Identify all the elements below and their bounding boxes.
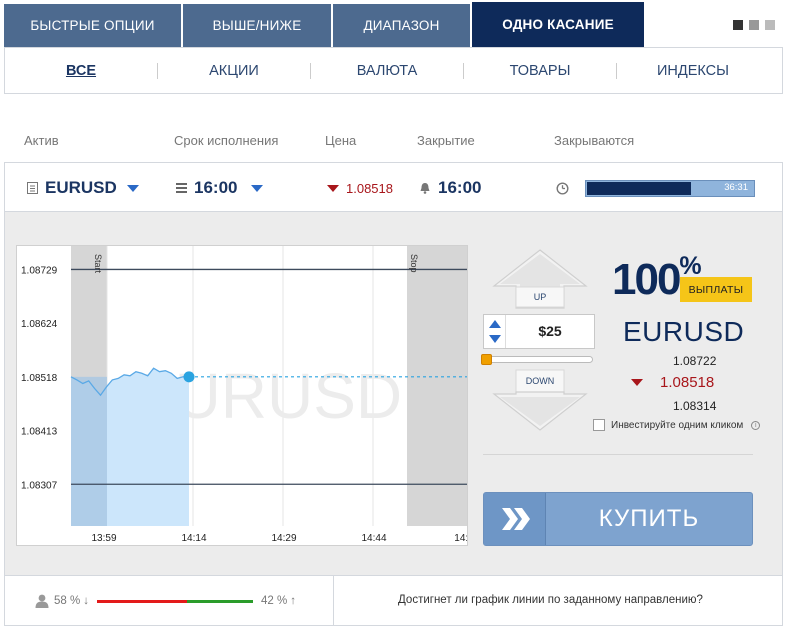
category-stocks[interactable]: АКЦИИ bbox=[158, 63, 310, 79]
bell-icon bbox=[420, 183, 430, 194]
chart-container: EURUSD 1.08729 1.08624 1.08518 1.08413 1.0830… bbox=[16, 245, 468, 546]
y-tick-label: 1.08307 bbox=[21, 480, 58, 491]
column-header-close: Закрытие bbox=[417, 133, 475, 148]
up-button[interactable]: UP bbox=[492, 248, 588, 310]
list-icon bbox=[27, 182, 38, 194]
tab-one-touch[interactable]: ОДНО КАСАНИЕ bbox=[472, 2, 644, 47]
arrow-down-icon: ↓ bbox=[83, 595, 89, 607]
category-currency[interactable]: ВАЛЮТА bbox=[311, 63, 463, 79]
x-tick-label: 14:44 bbox=[361, 533, 386, 544]
option-question: Достигнет ли график линии по заданному н… bbox=[398, 594, 703, 606]
price-high: 1.08722 bbox=[673, 354, 717, 368]
price-low: 1.08314 bbox=[673, 399, 717, 413]
tab-higher-lower[interactable]: ВЫШЕ/НИЖЕ bbox=[183, 4, 331, 47]
slider-handle[interactable] bbox=[481, 354, 492, 365]
one-click-checkbox[interactable] bbox=[593, 419, 605, 431]
buy-label: КУПИТЬ bbox=[598, 505, 700, 532]
amount-slider[interactable] bbox=[483, 356, 593, 363]
price-current: 1.08518 bbox=[660, 374, 715, 391]
chevron-down-icon bbox=[126, 184, 139, 192]
info-icon[interactable]: i bbox=[751, 420, 761, 430]
y-tick-label: 1.08729 bbox=[21, 265, 58, 276]
price-down-icon bbox=[327, 184, 339, 192]
amount-stepper[interactable]: $25 bbox=[483, 314, 595, 349]
up-label: UP bbox=[534, 292, 547, 302]
down-label: DOWN bbox=[526, 376, 555, 386]
closing-cell: 36:31 bbox=[556, 163, 755, 213]
asset-name: EURUSD bbox=[45, 178, 117, 197]
x-tick-label: 14:14 bbox=[181, 533, 206, 544]
price-chart: EURUSD1.087291.086241.085181.084131.0830… bbox=[21, 246, 468, 544]
x-tick-label: 14:29 bbox=[271, 533, 296, 544]
trader-sentiment: 58 % ↓ 42 % ↑ bbox=[35, 594, 296, 608]
price-down-icon bbox=[631, 379, 643, 386]
arrow-up-icon: ↑ bbox=[290, 595, 296, 607]
category-all[interactable]: ВСЕ bbox=[5, 63, 157, 79]
divider bbox=[333, 576, 334, 625]
current-point bbox=[183, 371, 195, 383]
increment-icon[interactable] bbox=[489, 320, 501, 328]
view-double-icon[interactable] bbox=[749, 20, 759, 30]
category-commodities[interactable]: ТОВАРЫ bbox=[464, 63, 616, 79]
asset-row: EURUSD 16:00 1.08518 16:00 36:31 bbox=[4, 162, 783, 212]
sentiment-down-pct: 58 % bbox=[54, 595, 81, 607]
category-nav: ВСЕ АКЦИИ ВАЛЮТА ТОВАРЫ ИНДЕКСЫ bbox=[4, 47, 783, 94]
divider bbox=[483, 454, 753, 455]
tab-range[interactable]: ДИАПАЗОН bbox=[333, 4, 470, 47]
series-area-start bbox=[71, 376, 107, 526]
column-header-closing: Закрываются bbox=[554, 133, 635, 148]
down-button[interactable]: DOWN bbox=[492, 368, 588, 432]
sentiment-up-fill bbox=[187, 599, 253, 603]
user-icon bbox=[35, 594, 49, 608]
view-single-icon[interactable] bbox=[733, 20, 743, 30]
column-header-asset: Актив bbox=[24, 133, 59, 148]
category-indices[interactable]: ИНДЕКСЫ bbox=[617, 63, 769, 79]
buy-icon-area bbox=[484, 493, 546, 545]
list-icon bbox=[176, 183, 187, 193]
expiry-selector[interactable]: 16:00 bbox=[175, 163, 264, 213]
column-header-expiry: Срок исполнения bbox=[174, 133, 279, 148]
bottom-bar: 58 % ↓ 42 % ↑ Достигнет ли график линии … bbox=[4, 575, 783, 626]
stepper-arrows bbox=[484, 315, 506, 348]
countdown-fill bbox=[587, 181, 692, 195]
tab-quick-options[interactable]: БЫСТРЫЕ ОПЦИИ bbox=[4, 4, 181, 47]
x-tick-label: 13:59 bbox=[91, 533, 116, 544]
view-grid-icon[interactable] bbox=[765, 20, 775, 30]
y-tick-label: 1.08413 bbox=[21, 426, 58, 437]
one-click-label: Инвестируйте одним кликом bbox=[611, 419, 744, 431]
decrement-icon[interactable] bbox=[489, 335, 501, 343]
double-chevron-icon bbox=[501, 508, 530, 530]
sentiment-down-fill bbox=[96, 599, 188, 603]
asset-selector[interactable]: EURUSD bbox=[27, 163, 139, 213]
current-price: 1.08518 bbox=[346, 180, 393, 196]
chevron-down-icon bbox=[251, 184, 264, 192]
y-tick-label: 1.08624 bbox=[21, 319, 58, 330]
asset-title: EURUSD bbox=[623, 316, 745, 347]
countdown-text: 36:31 bbox=[724, 181, 748, 193]
y-tick-label: 1.08518 bbox=[21, 373, 58, 384]
close-cell: 16:00 bbox=[419, 163, 481, 213]
buy-button[interactable]: КУПИТЬ bbox=[483, 492, 753, 546]
countdown-bar: 36:31 bbox=[585, 179, 755, 197]
clock-icon bbox=[556, 181, 569, 195]
x-tick-label: 14:5 bbox=[454, 533, 468, 544]
payout-value: 100 bbox=[612, 255, 681, 304]
close-time: 16:00 bbox=[438, 178, 482, 197]
price-cell: 1.08518 bbox=[327, 163, 393, 213]
one-click-option: Инвестируйте одним кликом i bbox=[593, 419, 761, 431]
sentiment-up-pct: 42 % bbox=[260, 595, 288, 607]
stop-label: Stop bbox=[409, 254, 419, 273]
expiry-time: 16:00 bbox=[194, 178, 238, 197]
top-tabs: БЫСТРЫЕ ОПЦИИ ВЫШЕ/НИЖЕ ДИАПАЗОН ОДНО КА… bbox=[4, 2, 646, 47]
column-header-price: Цена bbox=[325, 133, 357, 148]
amount-value[interactable]: $25 bbox=[506, 323, 594, 339]
payout-badge: ВЫПЛАТЫ bbox=[680, 277, 752, 302]
sentiment-bar bbox=[96, 599, 253, 603]
start-label: Start bbox=[93, 254, 103, 274]
view-toggle bbox=[733, 20, 781, 30]
